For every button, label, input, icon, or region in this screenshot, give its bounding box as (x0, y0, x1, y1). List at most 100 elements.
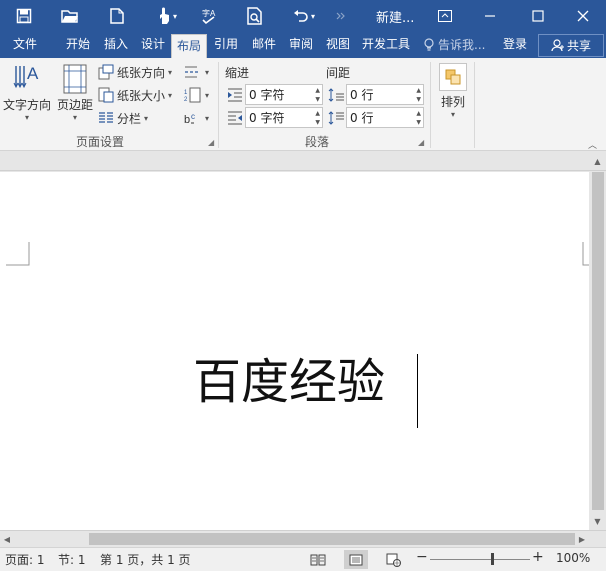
scroll-left-icon[interactable]: ◀ (0, 531, 14, 547)
spinner-arrows-icon[interactable]: ▲ ▼ (416, 109, 421, 127)
zoom-in-icon[interactable]: + (532, 549, 544, 565)
vertical-scroll-thumb[interactable] (592, 172, 604, 510)
arrange-button[interactable]: 排列 ▾ (436, 60, 470, 128)
paper-size-icon (98, 87, 114, 103)
page-setup-group-label: 页面设置 (76, 135, 125, 149)
status-page-count[interactable]: 第 1 页，共 1 页 (100, 551, 191, 568)
svg-text:c: c (191, 112, 195, 121)
tell-me-label: 告诉我... (438, 38, 486, 52)
tab-view[interactable]: 视图 (320, 32, 356, 58)
touch-mode-icon[interactable]: ▾ (150, 4, 184, 28)
zoom-slider-thumb[interactable] (491, 553, 494, 565)
print-layout-icon[interactable] (344, 550, 368, 569)
orientation-label: 纸张方向 (117, 65, 166, 80)
tab-design[interactable]: 设计 (136, 32, 170, 58)
open-folder-icon[interactable] (58, 4, 82, 28)
ruler-area (0, 151, 606, 171)
zoom-level[interactable]: 100% (556, 551, 590, 565)
tab-layout[interactable]: 布局 (171, 34, 207, 58)
indent-left-spinner[interactable]: 0 字符 ▲ ▼ (225, 84, 323, 105)
page-setup-launcher-icon[interactable]: ◢ (208, 138, 214, 147)
svg-text:A: A (210, 9, 216, 18)
document-body-text[interactable]: 百度经验 (193, 354, 385, 410)
status-page[interactable]: 页面: 1 (5, 551, 45, 568)
lightbulb-icon (424, 38, 434, 51)
tab-references[interactable]: 引用 (208, 32, 244, 58)
indent-right-spinner[interactable]: 0 字符 ▲ ▼ (225, 107, 323, 128)
svg-text:A: A (27, 64, 39, 83)
spacing-before-spinner[interactable]: 0 行 ▲ ▼ (326, 84, 424, 105)
spacing-after-input[interactable]: 0 行 (350, 109, 373, 126)
orientation-button[interactable]: 纸张方向 ▾ (98, 62, 172, 82)
scroll-up-icon[interactable]: ▲ (589, 153, 606, 169)
document-title: 新建... (376, 11, 415, 26)
orientation-icon (98, 64, 114, 80)
text-direction-button[interactable]: A 文字方向 ▾ (2, 60, 52, 128)
spinner-arrows-icon[interactable]: ▲ ▼ (315, 109, 320, 127)
text-cursor (417, 354, 418, 428)
group-divider (430, 62, 431, 148)
web-layout-icon[interactable] (382, 550, 406, 569)
tab-mailings[interactable]: 邮件 (246, 32, 282, 58)
indent-left-input[interactable]: 0 字符 (249, 86, 284, 103)
undo-icon[interactable]: ▾ (287, 4, 321, 28)
spacing-before-input[interactable]: 0 行 (350, 86, 373, 103)
chevron-down-icon: ▾ (168, 67, 173, 77)
spelling-icon[interactable]: 字A (198, 4, 220, 28)
close-icon[interactable] (563, 0, 603, 32)
tab-home[interactable]: 开始 (60, 32, 96, 58)
columns-button[interactable]: 分栏 ▾ (98, 108, 148, 128)
chevron-down-icon: ▾ (205, 67, 210, 77)
minimize-icon[interactable] (470, 0, 510, 32)
breaks-icon (185, 66, 198, 78)
zoom-slider[interactable] (430, 559, 530, 560)
maximize-icon[interactable] (518, 0, 558, 32)
size-label: 纸张大小 (117, 88, 166, 103)
group-divider (218, 62, 219, 148)
scroll-down-icon[interactable]: ▼ (589, 513, 606, 529)
indent-right-icon (225, 107, 245, 128)
new-document-icon[interactable] (106, 4, 128, 28)
chevron-down-icon: ▾ (144, 113, 149, 123)
tab-developer[interactable]: 开发工具 (357, 32, 415, 58)
tab-file[interactable]: 文件 (4, 32, 46, 58)
chevron-down-icon: ▾ (450, 110, 455, 119)
hyphenation-button[interactable]: bc ▾ (184, 108, 209, 128)
paragraph-group-label: 段落 (305, 135, 330, 149)
ribbon-display-options-icon[interactable] (425, 0, 465, 32)
margins-label: 页边距 (56, 98, 93, 112)
share-button[interactable]: 共享 (538, 34, 604, 57)
ribbon-tab-row: 文件 开始 插入 设计 布局 引用 邮件 审阅 视图 开发工具 告诉我... 登… (0, 32, 606, 58)
spacing-after-spinner[interactable]: 0 行 ▲ ▼ (326, 107, 424, 128)
breaks-button[interactable]: ▾ (184, 62, 209, 82)
tell-me-search[interactable]: 告诉我... (424, 32, 485, 58)
indent-left-icon (225, 84, 245, 105)
read-mode-icon[interactable] (306, 550, 330, 569)
svg-text:1: 1 (184, 90, 188, 96)
collapse-ribbon-icon[interactable]: ︿ (588, 138, 597, 151)
spinner-arrows-icon[interactable]: ▲ ▼ (315, 86, 320, 104)
redo-icon[interactable] (334, 4, 348, 28)
indent-right-input[interactable]: 0 字符 (249, 109, 284, 126)
tab-review[interactable]: 审阅 (283, 32, 319, 58)
size-button[interactable]: 纸张大小 ▾ (98, 85, 172, 105)
login-link[interactable]: 登录 (503, 32, 527, 58)
save-icon[interactable] (12, 4, 36, 28)
spinner-arrows-icon[interactable]: ▲ ▼ (416, 86, 421, 104)
columns-label: 分栏 (117, 111, 142, 126)
line-numbers-button[interactable]: 12 ▾ (184, 85, 209, 105)
chevron-down-icon: ▾ (24, 113, 29, 122)
margins-button[interactable]: 页边距 ▾ (55, 60, 95, 128)
horizontal-scroll-thumb[interactable] (89, 533, 575, 545)
zoom-out-icon[interactable]: − (416, 549, 428, 565)
chevron-down-icon: ▾ (168, 90, 173, 100)
document-page[interactable]: 百度经验 (0, 172, 589, 530)
crop-mark-top-left (6, 242, 30, 266)
paragraph-launcher-icon[interactable]: ◢ (418, 138, 424, 147)
tab-insert[interactable]: 插入 (98, 32, 134, 58)
print-preview-icon[interactable] (244, 4, 266, 28)
columns-icon (99, 112, 113, 123)
status-section[interactable]: 节: 1 (58, 551, 86, 568)
text-direction-label: 文字方向 (2, 98, 51, 112)
scroll-right-icon[interactable]: ▶ (575, 531, 589, 547)
